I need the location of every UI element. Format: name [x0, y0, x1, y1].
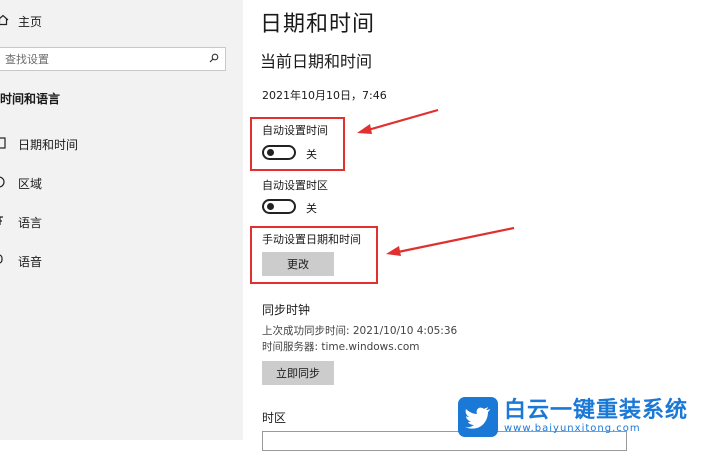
arrowhead-1 [357, 124, 372, 134]
watermark-text: 白云一键重装系统 www.baiyunxitong.com [504, 399, 688, 435]
watermark: 白云一键重装系统 www.baiyunxitong.com [458, 394, 708, 440]
arrowhead-2 [386, 246, 401, 256]
annotation-arrows [357, 108, 515, 256]
watermark-url: www.baiyunxitong.com [504, 423, 641, 434]
arrow-line-2 [397, 226, 515, 254]
bird-logo-icon [458, 397, 498, 437]
arrow-line-1 [367, 108, 439, 132]
watermark-cn: 白云一键重装系统 [504, 398, 689, 423]
